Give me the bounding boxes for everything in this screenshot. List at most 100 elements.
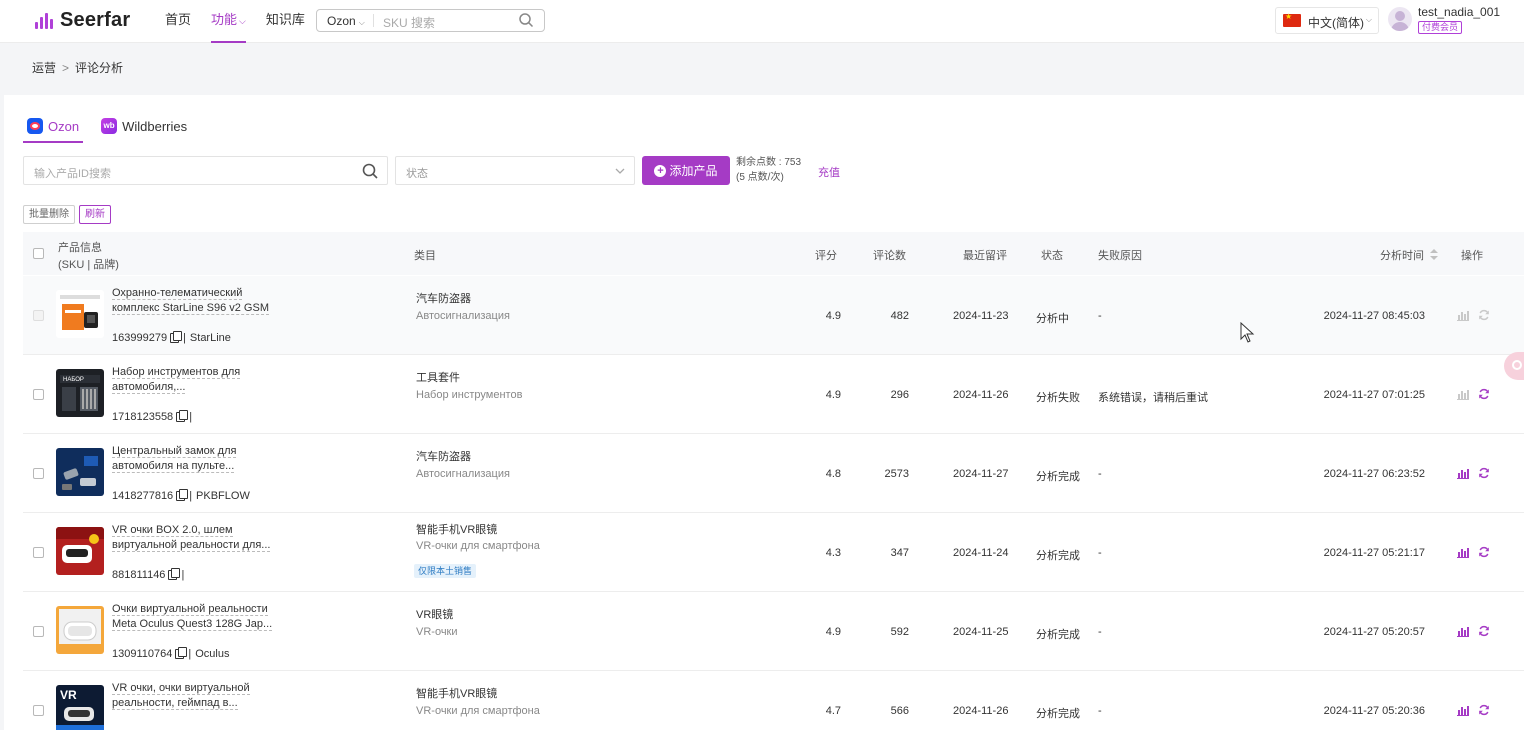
tab-wildberries[interactable]: wb Wildberries <box>97 109 191 143</box>
bar-chart-icon[interactable] <box>1457 547 1469 558</box>
sku-search-input[interactable]: SKU 搜索 <box>383 14 435 31</box>
rating-value: 4.9 <box>825 626 841 638</box>
add-product-button[interactable]: + 添加产品 <box>642 156 730 185</box>
bar-chart-icon[interactable] <box>1457 310 1469 321</box>
row-checkbox[interactable] <box>33 705 44 716</box>
refresh-icon[interactable] <box>1478 309 1490 321</box>
svg-text:VR: VR <box>60 688 77 702</box>
product-thumbnail[interactable]: НАБОР <box>56 369 104 417</box>
product-name-line2: виртуальной реальности для... <box>112 539 271 552</box>
header-product-sub: (SKU | 品牌) <box>58 259 119 271</box>
refresh-icon[interactable] <box>1478 546 1490 558</box>
bar-chart-icon[interactable] <box>1457 389 1469 400</box>
product-name-link[interactable]: VR очки BOX 2.0, шлем виртуальной реально… <box>112 523 302 553</box>
row-checkbox[interactable] <box>33 626 44 637</box>
points-cost-text: (5 点数/次) <box>736 172 784 183</box>
refresh-button[interactable]: 刷新 <box>79 205 111 224</box>
nav-features[interactable]: 功能 ⌵ <box>211 0 246 43</box>
copy-icon[interactable] <box>175 647 188 659</box>
category-cn: 汽车防盗器 <box>416 451 471 463</box>
tab-ozon[interactable]: Ozon <box>23 109 84 143</box>
china-flag-icon <box>1283 12 1301 27</box>
product-name-link[interactable]: VR очки, очки виртуальной реальности, гей… <box>112 681 302 711</box>
fail-reason: - <box>1098 310 1102 322</box>
tab-wildberries-label: Wildberries <box>122 118 188 134</box>
nav-home-label: 首页 <box>165 12 192 27</box>
svg-text:НАБОР: НАБОР <box>63 377 84 383</box>
nav-home[interactable]: 首页 <box>165 0 191 43</box>
product-brand: PKBFLOW <box>196 490 250 502</box>
copy-icon[interactable] <box>176 489 189 501</box>
chevron-down-icon <box>615 168 625 174</box>
username[interactable]: test_nadia_001 <box>1418 5 1500 19</box>
copy-icon[interactable] <box>170 331 183 343</box>
row-checkbox <box>33 310 44 321</box>
header-product-info: 产品信息 <box>58 242 102 254</box>
header-analysis-time[interactable]: 分析时间 <box>1380 247 1439 263</box>
select-all-checkbox[interactable] <box>33 248 44 259</box>
category-ru: VR-очки для смартфона <box>416 540 540 552</box>
marketplace-value: Ozon <box>327 14 356 28</box>
refresh-icon[interactable] <box>1478 388 1490 400</box>
brand-logo[interactable]: Seerfar <box>35 9 130 32</box>
wildberries-icon: wb <box>101 118 118 134</box>
recharge-link[interactable]: 充值 <box>818 164 840 180</box>
ozon-icon <box>27 118 43 134</box>
nav-knowledge-base[interactable]: 知识库 <box>266 0 305 43</box>
product-name-line1: VR очки, очки виртуальной <box>112 682 250 695</box>
row-checkbox[interactable] <box>33 468 44 479</box>
refresh-icon[interactable] <box>1478 704 1490 716</box>
last-review-date: 2024-11-23 <box>953 310 1009 322</box>
search-icon[interactable] <box>518 12 534 28</box>
sku-brand-separator: | <box>189 490 193 502</box>
row-checkbox[interactable] <box>33 547 44 558</box>
product-id-search[interactable]: 输入产品ID搜索 <box>23 156 388 185</box>
refresh-icon[interactable] <box>1478 467 1490 479</box>
marketplace-select[interactable]: Ozon ⌵ <box>327 14 365 28</box>
table-row: Центральный замок для автомобиля на пульт… <box>23 434 1524 513</box>
floating-helper-icon[interactable] <box>1504 352 1524 380</box>
plus-circle-icon: + <box>654 164 667 177</box>
product-name-line1: Набор инструментов для <box>112 366 241 379</box>
product-thumbnail[interactable] <box>56 290 104 338</box>
header-actions: 操作 <box>1461 250 1483 262</box>
search-icon[interactable] <box>361 162 379 180</box>
row-checkbox[interactable] <box>33 389 44 400</box>
product-thumbnail[interactable] <box>56 448 104 496</box>
language-select[interactable]: 中文(简体) ⌵ <box>1275 7 1379 34</box>
product-name-line2: автомобиля,... <box>112 381 186 394</box>
table-row: Охранно-телематический комплекс StarLine … <box>23 276 1524 355</box>
brand-name: Seerfar <box>60 9 131 31</box>
copy-icon[interactable] <box>176 410 189 422</box>
bar-chart-icon[interactable] <box>1457 705 1469 716</box>
category-ru: VR-очки <box>416 626 458 638</box>
product-name-link[interactable]: Набор инструментов для автомобиля,... <box>112 365 302 395</box>
product-sku-brand: 881811146 | <box>112 568 188 581</box>
breadcrumb-parent[interactable]: 运营 <box>32 61 56 75</box>
product-name-link[interactable]: Охранно-телематический комплекс StarLine … <box>112 286 302 316</box>
analysis-time: 2024-11-27 05:21:17 <box>1323 547 1425 559</box>
product-thumbnail[interactable] <box>56 606 104 654</box>
category-cn: 智能手机VR眼镜 <box>416 524 498 536</box>
review-analysis-panel: Ozon wb Wildberries 输入产品ID搜索 状态 + 添加产品 剩余点… <box>4 95 1524 730</box>
product-sku-brand: 1718123558 | <box>112 410 196 423</box>
batch-delete-button[interactable]: 批量删除 <box>23 205 75 224</box>
avatar[interactable] <box>1388 7 1412 31</box>
product-name-link[interactable]: Центральный замок для автомобиля на пульт… <box>112 444 302 474</box>
chevron-down-icon: ⌵ <box>239 16 246 26</box>
bar-chart-icon[interactable] <box>1457 468 1469 479</box>
product-sku-brand: 1418277816 | PKBFLOW <box>112 489 250 502</box>
nav-knowledge-label: 知识库 <box>265 12 305 27</box>
analysis-time: 2024-11-27 08:45:03 <box>1323 310 1425 322</box>
status-select[interactable]: 状态 <box>395 156 635 185</box>
product-name-line1: Очки виртуальной реальности <box>112 603 268 616</box>
refresh-icon[interactable] <box>1478 625 1490 637</box>
bar-chart-icon[interactable] <box>1457 626 1469 637</box>
copy-icon[interactable] <box>168 568 181 580</box>
product-name-link[interactable]: Очки виртуальной реальности Meta Oculus Q… <box>112 602 302 632</box>
product-thumbnail[interactable]: VR <box>56 685 104 730</box>
product-thumbnail[interactable] <box>56 527 104 575</box>
language-value: 中文(简体) <box>1308 16 1364 30</box>
header-fail-reason: 失败原因 <box>1098 250 1142 262</box>
sort-icon[interactable] <box>1430 249 1439 260</box>
